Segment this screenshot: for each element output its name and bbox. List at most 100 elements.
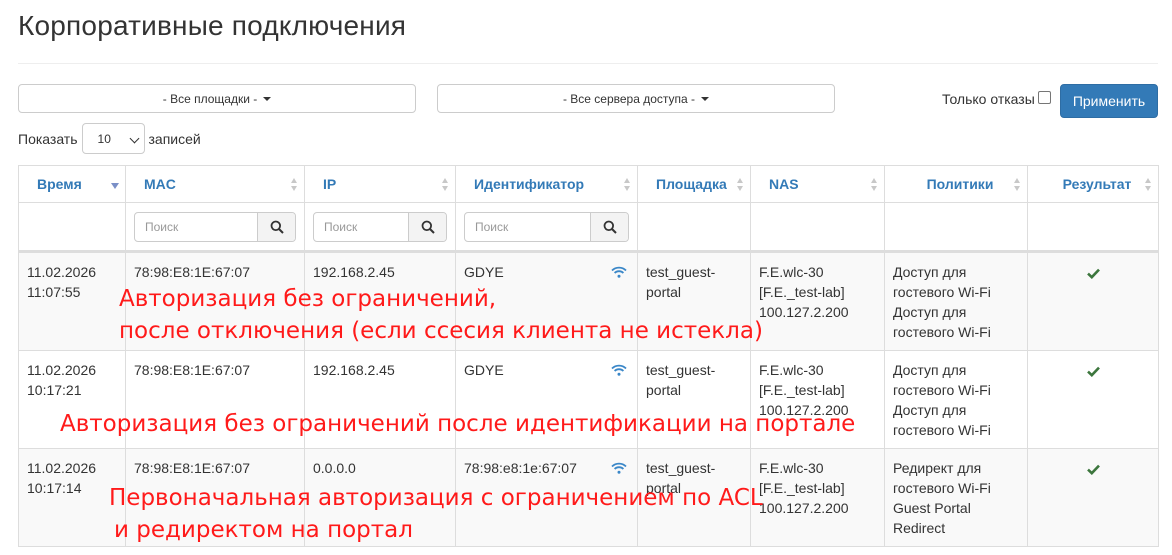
apply-button[interactable]: Применить	[1060, 84, 1158, 118]
column-label: Идентификатор	[474, 176, 585, 192]
ip-search-button[interactable]	[408, 213, 446, 241]
annotation-line: после отключения (если ссесия клиента не…	[119, 318, 763, 344]
policy-text: Redirect	[893, 520, 946, 536]
sites-filter-select[interactable]: - Все площадки -	[18, 84, 416, 113]
site-text: portal	[646, 382, 682, 398]
column-header-ip[interactable]: IP	[304, 165, 456, 203]
nas-cell: F.E.wlc-30 [F.E._test-lab] 100.127.2.200	[750, 448, 885, 547]
policy-cell: Редирект для гостевого Wi-Fi Guest Portal R…	[884, 448, 1028, 547]
sites-filter-label: - Все площадки -	[162, 91, 258, 106]
filter-cell-empty	[637, 202, 751, 253]
site-text: test_guest-	[646, 460, 716, 476]
policy-text: Доступ для	[893, 402, 967, 418]
policy-text: гостевого Wi-Fi	[893, 324, 991, 340]
ip-search: Поиск	[313, 212, 447, 242]
nas-text: [F.E._test-lab]	[759, 480, 845, 496]
check-icon	[1086, 464, 1100, 475]
nas-text: F.E.wlc-30	[759, 264, 824, 280]
identifier-search-input[interactable]: Поиск	[465, 213, 590, 241]
date-text: 11.02.2026	[27, 362, 97, 378]
wifi-icon	[611, 462, 627, 474]
sort-icon	[291, 178, 298, 191]
wifi-icon	[611, 266, 627, 278]
nas-text: F.E.wlc-30	[759, 362, 824, 378]
annotation-line: Авторизация без ограничений,	[119, 286, 497, 312]
policy-text: гостевого Wi-Fi	[893, 382, 991, 398]
column-header-site[interactable]: Площадка	[637, 165, 751, 203]
mac-search-button[interactable]	[257, 213, 295, 241]
column-label: Политики	[926, 176, 994, 192]
table-header-row: Время MAC IP Идентификатор Площадка NAS …	[18, 165, 1159, 203]
nas-text: F.E.wlc-30	[759, 460, 824, 476]
result-cell	[1027, 448, 1159, 547]
time-cell: 11.02.2026 11:07:55	[18, 251, 126, 351]
page-size-value: 10	[97, 131, 111, 146]
page-size-select[interactable]: 10	[81, 123, 145, 154]
column-header-identifier[interactable]: Идентификатор	[455, 165, 638, 203]
column-header-result[interactable]: Результат	[1027, 165, 1159, 203]
mac-search-input[interactable]: Поиск	[135, 213, 257, 241]
identifier-search-button[interactable]	[590, 213, 628, 241]
sort-icon	[1014, 178, 1021, 191]
column-header-time[interactable]: Время	[18, 165, 126, 203]
column-header-nas[interactable]: NAS	[750, 165, 885, 203]
sort-icon	[1145, 178, 1152, 191]
title-divider	[18, 63, 1158, 64]
filter-cell-ip: Поиск	[304, 202, 456, 253]
policy-text: гостевого Wi-Fi	[893, 480, 991, 496]
search-icon	[603, 220, 617, 234]
policy-text: Доступ для	[893, 264, 967, 280]
column-label: Площадка	[656, 176, 727, 192]
result-cell	[1027, 350, 1159, 449]
filter-cell-empty	[18, 202, 126, 253]
policy-cell: Доступ для гостевого Wi-Fi Доступ для госте…	[884, 251, 1028, 351]
policy-text: Доступ для	[893, 304, 967, 320]
sort-icon	[737, 178, 744, 191]
site-text: test_guest-	[646, 264, 716, 280]
caret-down-icon	[701, 96, 710, 101]
mac-search: Поиск	[134, 212, 296, 242]
time-text: 10:17:21	[27, 382, 82, 398]
filter-cell-identifier: Поиск	[455, 202, 638, 253]
filter-cell-mac: Поиск	[125, 202, 305, 253]
identifier-text: GDYE	[464, 264, 504, 280]
check-icon	[1086, 366, 1100, 377]
column-label: Время	[37, 176, 82, 192]
ip-search-input[interactable]: Поиск	[314, 213, 408, 241]
records-label: записей	[148, 130, 201, 147]
annotation-initial-acl-redirect: Первоначальная авторизация с ограничение…	[109, 482, 763, 546]
site-text: test_guest-	[646, 362, 716, 378]
column-filter-row: Поиск Поиск Поиск	[18, 202, 1159, 253]
date-text: 11.02.2026	[27, 460, 97, 476]
annotation-unrestricted-reconnect: Авторизация без ограничений, после отклю…	[119, 283, 763, 347]
filter-cell-empty	[884, 202, 1028, 253]
search-icon	[270, 220, 284, 234]
servers-filter-label: - Все сервера доступа -	[562, 91, 696, 106]
identifier-text: GDYE	[464, 362, 504, 378]
policy-cell: Доступ для гостевого Wi-Fi Доступ для госте…	[884, 350, 1028, 449]
column-label: Результат	[1062, 176, 1132, 192]
result-cell	[1027, 251, 1159, 351]
nas-text: [F.E._test-lab]	[759, 284, 845, 300]
policy-text: Доступ для	[893, 362, 967, 378]
sort-icon	[442, 178, 449, 191]
policy-text: гостевого Wi-Fi	[893, 284, 991, 300]
only-rejects-option: Только отказы	[942, 90, 1051, 107]
column-header-mac[interactable]: MAC	[125, 165, 305, 203]
time-text: 10:17:14	[27, 480, 82, 496]
annotation-after-portal: Авторизация без ограничений после иденти…	[60, 411, 856, 437]
identifier-text: 78:98:e8:1e:67:07	[464, 460, 577, 476]
annotation-line: Первоначальная авторизация с ограничение…	[109, 485, 763, 511]
check-icon	[1086, 268, 1100, 279]
time-text: 11:07:55	[27, 284, 81, 300]
only-rejects-checkbox[interactable]	[1037, 90, 1051, 104]
filter-cell-empty	[1027, 202, 1159, 253]
column-header-policies[interactable]: Политики	[884, 165, 1028, 203]
servers-filter-select[interactable]: - Все сервера доступа -	[437, 84, 835, 113]
policy-text: Guest Portal	[893, 500, 971, 516]
nas-text: [F.E._test-lab]	[759, 382, 845, 398]
show-label: Показать	[18, 130, 78, 147]
sort-desc-icon	[111, 183, 119, 189]
date-text: 11.02.2026	[27, 264, 97, 280]
policy-text: Редирект для	[893, 460, 982, 476]
